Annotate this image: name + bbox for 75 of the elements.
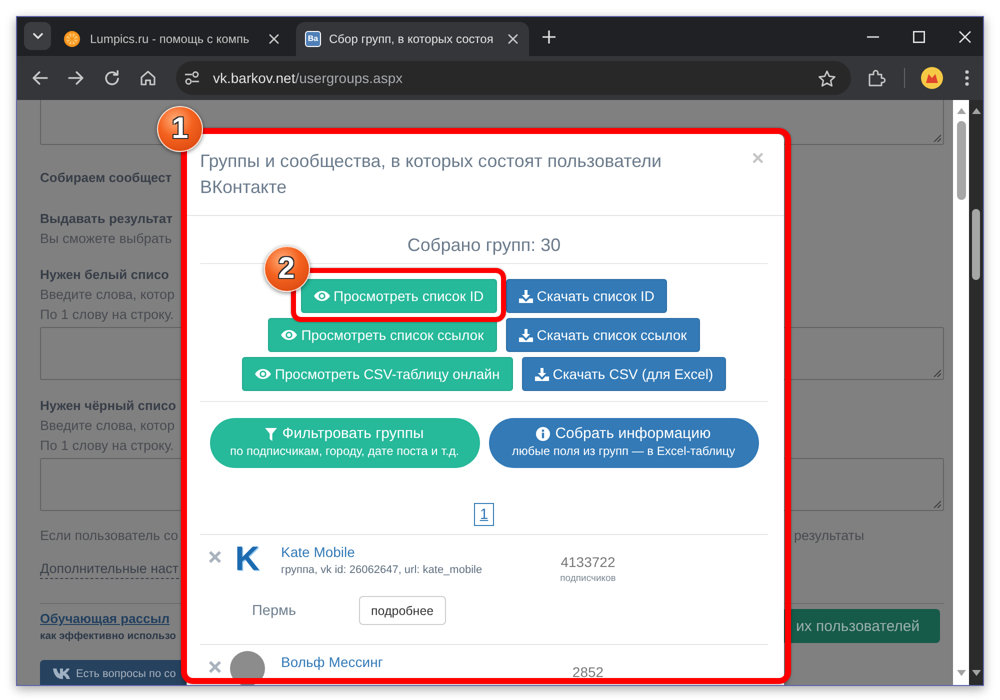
group-details: группа, vk id: 26062647, url: kate_mobile: [281, 563, 482, 578]
hint-text: По 1 слову на строку.: [40, 306, 174, 324]
info-icon: [536, 427, 550, 441]
fruit-slice-icon: [64, 31, 80, 47]
hint-text: Введите слова, котор: [40, 286, 175, 304]
hint-text: результаты: [794, 527, 864, 545]
maximize-icon[interactable]: [913, 30, 925, 42]
view-button[interactable]: Просмотреть список ID: [300, 279, 497, 313]
resize-grip-icon[interactable]: [933, 369, 941, 377]
download-icon: [534, 368, 549, 380]
back-arrow-icon[interactable]: [32, 71, 48, 85]
hint-text: По 1 слову на строку.: [40, 437, 174, 455]
filter-button[interactable]: Фильтровать группы по подписчикам, городу, дате поста и т.д.: [210, 418, 480, 468]
star-icon[interactable]: [818, 70, 836, 86]
section-heading: Собираем сообщест: [40, 169, 172, 187]
subscriber-label: подписчиков: [559, 573, 617, 585]
settings-link[interactable]: Дополнительные наст: [40, 560, 179, 579]
eye-icon: [314, 291, 330, 301]
eye-icon: [281, 330, 298, 340]
view-button[interactable]: Просмотреть список ссылок: [268, 318, 497, 352]
option-label: Нужен белый списо: [40, 266, 169, 284]
support-button[interactable]: Есть вопросы по со: [40, 660, 186, 685]
option-label: Нужен чёрный списо: [40, 397, 176, 415]
group-logo: K: [235, 545, 261, 573]
download-button[interactable]: Скачать список ссылок: [506, 318, 700, 352]
site-favicon: Ва: [305, 31, 321, 47]
step-badge: 2: [264, 246, 310, 292]
scrollbar-thumb[interactable]: [956, 121, 966, 200]
city-text: Пермь: [252, 602, 298, 618]
close-icon[interactable]: [269, 34, 279, 44]
link-caption: как эффективно использо: [40, 630, 176, 644]
address-bar[interactable]: vk.barkov.net/usergroups.aspx: [176, 61, 851, 95]
resize-grip-icon[interactable]: [933, 500, 941, 508]
puzzle-icon[interactable]: [868, 69, 886, 87]
page-link[interactable]: 1: [474, 503, 494, 526]
logo-icon: [53, 668, 73, 680]
download-icon: [518, 328, 533, 342]
scrollbar-thumb[interactable]: [972, 209, 980, 280]
option-label: Выдавать результат: [40, 210, 172, 228]
browser-tab[interactable]: Lumpics.ru - помощь с компь: [56, 22, 292, 56]
forward-arrow-icon[interactable]: [68, 71, 84, 85]
details-button[interactable]: подробнее: [359, 596, 446, 625]
browser-tab[interactable]: Ва Сбор групп, в которых состоя: [296, 22, 529, 56]
eye-icon: [254, 369, 271, 379]
summary-text: Собрано групп: 30: [406, 234, 562, 257]
collect-info-button[interactable]: Собрать информацию любые поля из групп — в Excel-таблицу: [488, 418, 758, 468]
download-button[interactable]: Скачать список ID: [506, 279, 668, 313]
hint-text: Если пользователь со: [40, 527, 178, 545]
group-link[interactable]: Вольф Мессинг: [281, 652, 383, 672]
download-icon: [518, 290, 533, 302]
home-icon[interactable]: [140, 70, 156, 86]
group-link[interactable]: Kate Mobile: [281, 542, 355, 562]
view-button[interactable]: Просмотреть CSV-таблицу онлайн: [242, 357, 513, 391]
minimize-icon[interactable]: [867, 36, 879, 38]
funnel-icon: [265, 428, 278, 440]
subscriber-count: 4133722: [560, 553, 616, 572]
scrollbar[interactable]: [969, 100, 983, 685]
menu-icon[interactable]: [965, 70, 969, 86]
profile-avatar-icon[interactable]: [921, 67, 943, 89]
hint-text: Введите слова, котор: [40, 417, 175, 435]
reload-icon[interactable]: [104, 70, 120, 86]
resize-grip-icon[interactable]: [933, 134, 941, 142]
scrollbar[interactable]: [953, 100, 969, 685]
close-icon[interactable]: [508, 34, 518, 44]
sliders-icon[interactable]: [184, 71, 200, 85]
modal-title: Группы и сообщества, в которых состоят пользователи ВКонтакте: [200, 150, 663, 199]
tab-list-button[interactable]: [24, 22, 51, 50]
tutorial-link[interactable]: Обучающая рассыл: [40, 609, 170, 629]
plus-icon[interactable]: [542, 30, 556, 44]
close-icon[interactable]: [959, 30, 971, 42]
step-badge: 1: [157, 106, 203, 152]
chevron-down-icon: [32, 33, 42, 39]
subscriber-count: 2852: [571, 663, 605, 682]
download-button[interactable]: Скачать CSV (для Excel): [522, 357, 726, 391]
hint-text: Вы сможете выбрать: [40, 230, 172, 248]
